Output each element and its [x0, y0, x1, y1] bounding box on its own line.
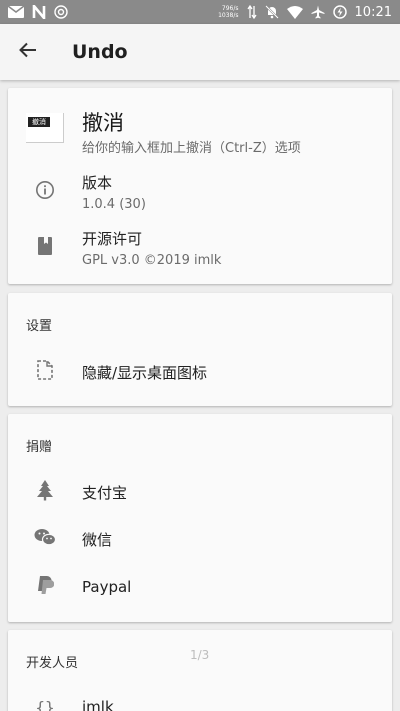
donate-section-title: 捐赠	[26, 440, 53, 455]
developer-name: imlk	[82, 698, 114, 711]
page-title: Undo	[72, 41, 128, 63]
about-card: 撤消 撤消 给你的输入框加上撤消（Ctrl-Z）选项 版本 1.0.4 (30)…	[8, 88, 392, 284]
mute-bell-icon	[264, 4, 279, 20]
donate-item-alipay[interactable]: 支付宝	[8, 472, 392, 512]
at-sign-icon	[54, 4, 68, 20]
app-info-row: 撤消 撤消 给你的输入框加上撤消（Ctrl-Z）选项	[8, 109, 392, 156]
developer-item[interactable]: {} imlk	[8, 692, 392, 711]
file-dashed-icon	[36, 359, 54, 385]
app-logo: 撤消	[26, 113, 64, 143]
alipay-tree-icon	[35, 479, 55, 505]
version-label: 版本	[82, 174, 113, 192]
settings-card: 设置 隐藏/显示桌面图标	[8, 293, 392, 406]
mail-icon	[8, 4, 24, 20]
donate-item-paypal[interactable]: Paypal	[8, 567, 392, 607]
developers-card: 开发人员 {} imlk	[8, 630, 392, 711]
hide-icon-label: 隐藏/显示桌面图标	[82, 363, 208, 382]
code-braces-icon: {}	[35, 697, 55, 711]
n-app-icon	[32, 4, 46, 20]
license-label: 开源许可	[82, 230, 143, 248]
app-description: 给你的输入框加上撤消（Ctrl-Z）选项	[82, 141, 301, 156]
wifi-icon	[286, 4, 303, 20]
status-bar: 796/s 1038/s 10:21	[0, 0, 400, 24]
donate-item-wechat[interactable]: 微信	[8, 519, 392, 559]
donate-label-wechat: 微信	[82, 530, 113, 549]
developers-section-title: 开发人员	[26, 656, 79, 671]
hide-icon-row[interactable]: 隐藏/显示桌面图标	[8, 353, 392, 391]
settings-section-title: 设置	[26, 319, 53, 334]
wechat-icon	[34, 528, 57, 550]
donate-card: 捐赠 支付宝 微信 Paypal	[8, 414, 392, 622]
donate-label-alipay: 支付宝	[82, 483, 128, 502]
arrow-back-icon	[19, 41, 37, 63]
back-button[interactable]	[0, 24, 56, 80]
license-row[interactable]: 开源许可 GPL v3.0 ©2019 imlk	[8, 228, 392, 268]
net-speed: 796/s 1038/s	[218, 5, 239, 19]
clock: 10:21	[354, 4, 392, 20]
app-bar: Undo	[0, 24, 400, 80]
paypal-icon	[36, 575, 55, 599]
donate-label-paypal: Paypal	[82, 578, 132, 596]
airplane-icon	[311, 4, 325, 20]
app-logo-label: 撤消	[28, 117, 50, 127]
app-name: 撤消	[82, 111, 124, 135]
battery-charging-icon	[332, 4, 347, 20]
data-arrows-icon	[246, 4, 257, 20]
info-icon	[35, 180, 55, 204]
version-row[interactable]: 版本 1.0.4 (30)	[8, 172, 392, 212]
version-value: 1.0.4 (30)	[82, 197, 146, 212]
book-icon	[36, 236, 54, 260]
page-indicator: 1/3	[190, 648, 210, 662]
license-value: GPL v3.0 ©2019 imlk	[82, 253, 222, 268]
